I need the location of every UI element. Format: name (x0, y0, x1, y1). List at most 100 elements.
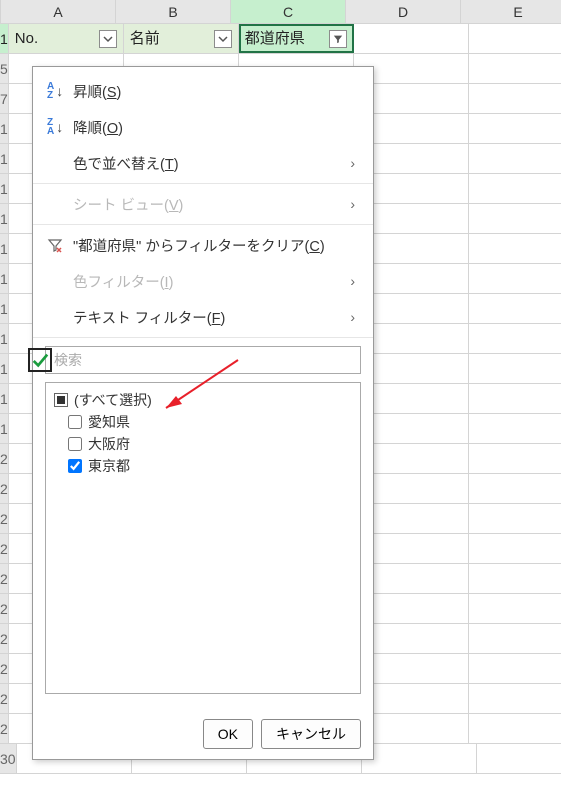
filter-checkbox[interactable] (68, 459, 82, 473)
row-header[interactable]: 7 (0, 84, 9, 113)
cell[interactable] (469, 504, 561, 533)
cell[interactable] (469, 324, 561, 353)
row-header[interactable]: 1 (0, 324, 9, 353)
header-label: No. (15, 28, 38, 50)
row-header[interactable]: 1 (0, 354, 9, 383)
color-filter: 色フィルター(I) › (33, 263, 373, 299)
cancel-button[interactable]: キャンセル (261, 719, 361, 749)
cell[interactable] (469, 534, 561, 563)
filter-item[interactable]: 愛知県 (54, 411, 352, 433)
select-all-row[interactable]: (すべて選択) (54, 389, 352, 411)
filter-dropdown-name[interactable] (214, 30, 232, 48)
annotation-checkmark-icon (28, 348, 52, 372)
checkbox-indeterminate-icon (54, 393, 68, 407)
filter-item-label: 愛知県 (88, 412, 130, 432)
row-header[interactable]: 1 (0, 144, 9, 173)
header-cell-name[interactable]: 名前 (124, 24, 239, 53)
cell[interactable] (469, 204, 561, 233)
col-header-e[interactable]: E (461, 0, 561, 23)
clear-filter-icon (47, 237, 73, 253)
row-header[interactable]: 1 (0, 114, 9, 143)
separator (33, 224, 373, 225)
cell[interactable] (469, 594, 561, 623)
menu-label: シート ビュー(V) (73, 194, 350, 215)
row-header[interactable]: 1 (0, 264, 9, 293)
select-all-label: (すべて選択) (74, 390, 152, 410)
cell[interactable] (469, 414, 561, 443)
cell[interactable] (469, 384, 561, 413)
cell[interactable] (469, 564, 561, 593)
row-header[interactable]: 1 (0, 294, 9, 323)
row-header[interactable]: 1 (0, 174, 9, 203)
cell[interactable] (469, 114, 561, 143)
row-header[interactable]: 2 (0, 594, 9, 623)
cell[interactable] (469, 354, 561, 383)
cell[interactable] (469, 654, 561, 683)
row-header[interactable]: 1 (0, 24, 9, 53)
column-headers: A B C D E (0, 0, 561, 24)
filter-checkbox[interactable] (68, 415, 82, 429)
filter-item[interactable]: 大阪府 (54, 433, 352, 455)
cell[interactable] (469, 234, 561, 263)
row-header[interactable]: 2 (0, 534, 9, 563)
clear-filter[interactable]: "都道府県" からフィルターをクリア(C) (33, 227, 373, 263)
row-header[interactable]: 30 (0, 744, 17, 773)
header-cell-no[interactable]: No. (9, 24, 124, 53)
sheet-view: シート ビュー(V) › (33, 186, 373, 222)
header-cell-pref[interactable]: 都道府県 (239, 24, 354, 53)
menu-label: 昇順(S) (73, 81, 355, 102)
row-header[interactable]: 1 (0, 414, 9, 443)
filter-item[interactable]: 東京都 (54, 455, 352, 477)
row-header[interactable]: 2 (0, 444, 9, 473)
filter-dropdown-pref[interactable] (329, 30, 347, 48)
filter-checklist[interactable]: (すべて選択) 愛知県 大阪府 東京都 (45, 382, 361, 694)
menu-label: 降順(O) (73, 117, 355, 138)
filter-checkbox[interactable] (68, 437, 82, 451)
filter-dropdown-no[interactable] (99, 30, 117, 48)
col-header-c[interactable]: C (231, 0, 346, 23)
cell[interactable] (469, 474, 561, 503)
filter-item-label: 大阪府 (88, 434, 130, 454)
cell[interactable] (469, 684, 561, 713)
row-header[interactable]: 2 (0, 714, 9, 743)
sort-descending[interactable]: ZA↓ 降順(O) (33, 109, 373, 145)
cell[interactable] (469, 294, 561, 323)
row-header[interactable]: 5 (0, 54, 9, 83)
row-header[interactable]: 2 (0, 654, 9, 683)
cell[interactable] (469, 264, 561, 293)
cell[interactable] (469, 84, 561, 113)
sort-desc-icon: ZA↓ (47, 118, 73, 136)
chevron-right-icon: › (350, 155, 355, 171)
row-header[interactable]: 1 (0, 234, 9, 263)
row-header[interactable]: 2 (0, 504, 9, 533)
cell[interactable] (469, 144, 561, 173)
col-header-b[interactable]: B (116, 0, 231, 23)
chevron-right-icon: › (350, 196, 355, 212)
row-header[interactable]: 1 (0, 384, 9, 413)
cell[interactable] (469, 714, 561, 743)
cell[interactable] (362, 744, 477, 773)
sort-by-color[interactable]: 色で並べ替え(T) › (33, 145, 373, 181)
ok-button[interactable]: OK (203, 719, 253, 749)
filter-search-input[interactable] (45, 346, 361, 374)
cell[interactable] (469, 24, 561, 53)
text-filter[interactable]: テキスト フィルター(F) › (33, 299, 373, 335)
row-header[interactable]: 1 (0, 204, 9, 233)
cell[interactable] (477, 744, 561, 773)
sort-ascending[interactable]: AZ↓ 昇順(S) (33, 73, 373, 109)
row-header[interactable]: 2 (0, 624, 9, 653)
row-header[interactable]: 2 (0, 474, 9, 503)
col-header-a[interactable]: A (1, 0, 116, 23)
separator (33, 183, 373, 184)
cell[interactable] (469, 624, 561, 653)
row-header[interactable]: 2 (0, 684, 9, 713)
chevron-right-icon: › (350, 309, 355, 325)
menu-label: "都道府県" からフィルターをクリア(C) (73, 235, 355, 256)
cell[interactable] (469, 444, 561, 473)
row-header[interactable]: 2 (0, 564, 9, 593)
cell[interactable] (469, 54, 561, 83)
col-header-d[interactable]: D (346, 0, 461, 23)
header-label: 都道府県 (245, 28, 305, 50)
cell[interactable] (354, 24, 469, 53)
cell[interactable] (469, 174, 561, 203)
